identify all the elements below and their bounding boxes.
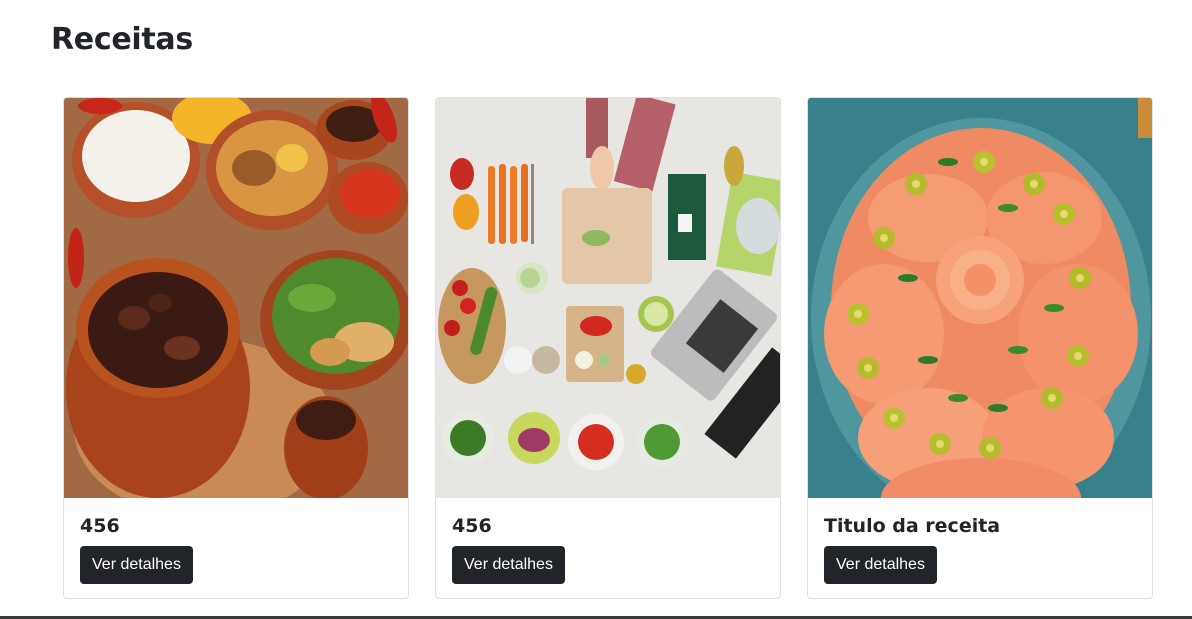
recipe-card-body: 456 Ver detalhes <box>452 514 764 584</box>
recipe-card: Titulo da receita Ver detalhes <box>807 97 1153 599</box>
recipe-card-list: 456 Ver detalhes 456 Ver detalhes Titulo… <box>63 97 1155 601</box>
view-details-button[interactable]: Ver detalhes <box>824 546 937 584</box>
page-title: Receitas <box>51 22 193 57</box>
recipe-image <box>808 98 1152 498</box>
feijoada-photo-icon <box>64 98 408 498</box>
salmon-carpaccio-photo-icon <box>808 98 1152 498</box>
recipe-card: 456 Ver detalhes <box>63 97 409 599</box>
recipe-card-body: 456 Ver detalhes <box>80 514 392 584</box>
recipe-title: 456 <box>80 515 120 537</box>
vegetables-prep-photo-icon <box>436 98 780 498</box>
recipe-image <box>436 98 780 498</box>
recipe-image <box>64 98 408 498</box>
view-details-button[interactable]: Ver detalhes <box>80 546 193 584</box>
recipe-title: 456 <box>452 515 492 537</box>
view-details-button[interactable]: Ver detalhes <box>452 546 565 584</box>
recipes-page: Receitas 456 Ver detalhes 456 Ver detalh… <box>0 0 1192 619</box>
recipe-card-body: Titulo da receita Ver detalhes <box>824 514 1136 584</box>
recipe-title: Titulo da receita <box>824 515 1001 537</box>
recipe-card: 456 Ver detalhes <box>435 97 781 599</box>
